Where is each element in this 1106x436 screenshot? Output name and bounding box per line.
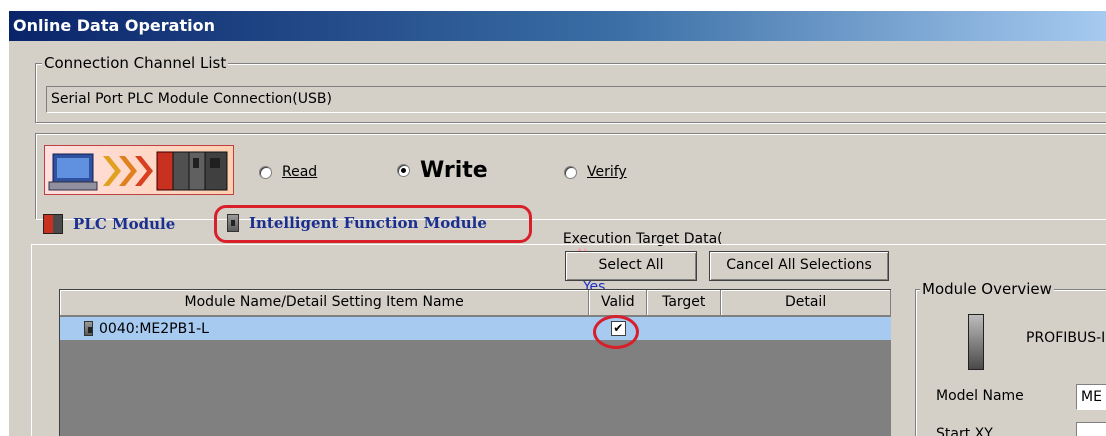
column-module-name[interactable]: Module Name/Detail Setting Item Name xyxy=(60,290,590,316)
write-radio[interactable] xyxy=(397,164,410,177)
read-label: Read xyxy=(282,164,318,180)
row-valid-cell: ✔ xyxy=(589,321,647,336)
module-overview-legend: Module Overview xyxy=(920,280,1054,298)
grid-header: Module Name/Detail Setting Item Name Val… xyxy=(60,290,891,316)
verify-option[interactable]: Verify xyxy=(564,164,627,180)
module-overview-group: Module Overview PROFIBUS-I Model Name ME… xyxy=(915,280,1106,436)
column-target[interactable]: Target xyxy=(647,290,722,316)
tab-plc-module[interactable]: PLC Module xyxy=(43,214,175,234)
connection-channel-legend: Connection Channel List xyxy=(42,54,229,72)
start-xy-field xyxy=(1076,422,1106,436)
connection-channel-group: Connection Channel List Serial Port PLC … xyxy=(35,54,1106,123)
tab-intelligent-function-module-label: Intelligent Function Module xyxy=(249,214,487,232)
pc-to-plc-transfer-icon xyxy=(44,145,234,195)
read-radio[interactable] xyxy=(259,165,272,179)
cancel-all-selections-button[interactable]: Cancel All Selections xyxy=(709,251,889,281)
verify-label: Verify xyxy=(587,164,627,180)
read-option[interactable]: Read xyxy=(259,164,317,180)
column-detail[interactable]: Detail xyxy=(721,290,891,316)
overview-module-type: PROFIBUS-I xyxy=(1026,330,1106,346)
write-option[interactable]: Write xyxy=(397,158,488,183)
overview-module-icon xyxy=(968,314,984,370)
valid-checkbox[interactable]: ✔ xyxy=(610,321,626,336)
module-icon xyxy=(227,214,239,232)
start-xy-label: Start XY xyxy=(936,426,993,436)
select-all-button[interactable]: Select All xyxy=(565,251,697,281)
verify-radio[interactable] xyxy=(564,165,577,179)
window-title: Online Data Operation xyxy=(9,11,1106,41)
tab-plc-module-label: PLC Module xyxy=(73,215,176,233)
table-row[interactable]: 0040:ME2PB1-L ✔ xyxy=(60,317,891,340)
module-icon xyxy=(84,321,93,336)
tab-intelligent-function-module[interactable]: Intelligent Function Module xyxy=(227,214,487,232)
row-module-name: 0040:ME2PB1-L xyxy=(99,320,209,337)
module-grid[interactable]: Module Name/Detail Setting Item Name Val… xyxy=(59,289,891,436)
plc-module-icon xyxy=(43,214,63,234)
column-valid[interactable]: Valid xyxy=(589,290,648,316)
model-name-label: Model Name xyxy=(936,388,1024,404)
model-name-field: ME xyxy=(1076,384,1106,410)
connection-channel-value: Serial Port PLC Module Connection(USB) xyxy=(46,86,1106,113)
online-data-operation-window: Online Data Operation Connection Channel… xyxy=(8,10,1106,436)
row-name-cell: 0040:ME2PB1-L xyxy=(60,321,589,337)
write-label: Write xyxy=(420,158,488,183)
